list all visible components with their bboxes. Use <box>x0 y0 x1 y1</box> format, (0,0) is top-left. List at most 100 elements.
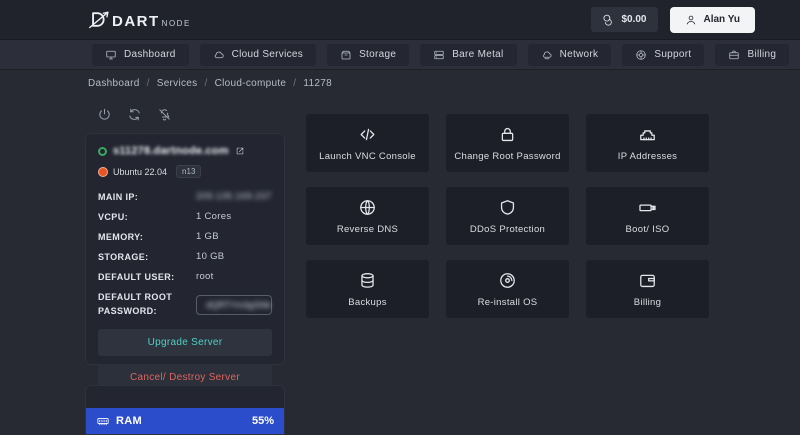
ram-label-group: RAM <box>96 415 142 428</box>
storage-value: 10 GB <box>196 251 225 262</box>
reinstall-os-card[interactable]: Re-install OS <box>445 259 570 319</box>
backups-card[interactable]: Backups <box>305 259 430 319</box>
spec-label: MAIN IP: <box>98 191 139 202</box>
ram-label: RAM <box>116 415 142 427</box>
breadcrumb: Dashboard / Services / Cloud-compute / 1… <box>88 78 332 89</box>
spec-label: DEFAULT USER: <box>98 271 175 282</box>
cloud-icon <box>214 51 224 58</box>
node-badge: n13 <box>176 165 202 178</box>
disc-icon <box>500 272 515 288</box>
header-actions: $0.00 Alan Yu <box>591 6 755 33</box>
bell-slash-icon <box>159 109 170 121</box>
nav-item-dashboard[interactable]: Dashboard <box>92 43 189 66</box>
external-link-icon <box>236 147 243 155</box>
logo[interactable]: DART NODE <box>88 10 191 29</box>
arrow-d-logo-icon <box>89 11 109 29</box>
change-root-password-card[interactable]: Change Root Password <box>445 113 570 173</box>
os-row: Ubuntu 22.04 n13 <box>98 165 272 178</box>
nav-item-storage[interactable]: Storage <box>327 43 410 66</box>
open-hostname-link[interactable] <box>235 146 245 156</box>
root-password-field[interactable]: dQRTYm3gSNb <box>196 294 272 315</box>
breadcrumb-separator: / <box>293 78 297 89</box>
breadcrumb-separator: / <box>146 78 150 89</box>
nav-item-cloud-services[interactable]: Cloud Services <box>199 43 317 66</box>
ubuntu-logo-icon <box>98 166 108 177</box>
ram-icon <box>97 417 109 425</box>
action-label: Launch VNC Console <box>319 150 416 162</box>
balance-button[interactable]: $0.00 <box>591 7 658 32</box>
wallet-icon <box>640 274 655 287</box>
os-name: Ubuntu 22.04 <box>113 166 168 177</box>
refresh-icon <box>129 108 140 121</box>
server-toolbar <box>97 107 172 122</box>
action-label: Boot/ ISO <box>625 223 670 235</box>
power-icon <box>99 108 110 120</box>
nav-item-support[interactable]: Support <box>622 43 705 66</box>
spec-label: VCPU: <box>98 211 129 222</box>
nav-label: Storage <box>359 49 397 60</box>
main-ip-value: 209.135.169.237 <box>196 191 272 202</box>
main-nav: Dashboard Cloud Services Storage Bare Me… <box>0 40 800 70</box>
ram-percent: 55% <box>251 415 274 427</box>
server-info-panel: s11278.dartnode.com Ubuntu 22.04 n13 MAI… <box>85 133 285 391</box>
ddos-protection-card[interactable]: DDoS Protection <box>445 186 570 246</box>
ethernet-port-icon <box>640 129 655 140</box>
spec-list: MAIN IP: 209.135.169.237 VCPU: 1 Cores M… <box>98 191 272 318</box>
power-button[interactable] <box>97 107 112 122</box>
action-label: Billing <box>633 296 662 308</box>
reverse-dns-card[interactable]: Reverse DNS <box>305 186 430 246</box>
nav-item-billing[interactable]: Billing <box>715 43 790 66</box>
nav-label: Billing <box>747 49 777 60</box>
usb-drive-icon <box>639 203 656 211</box>
user-button[interactable]: Alan Yu <box>669 6 755 33</box>
breadcrumb-dashboard[interactable]: Dashboard <box>88 78 140 89</box>
ip-addresses-card[interactable]: IP Addresses <box>585 113 710 173</box>
action-label: Re-install OS <box>477 296 538 308</box>
refresh-button[interactable] <box>127 107 142 122</box>
shield-icon <box>500 199 515 215</box>
database-icon <box>361 272 374 288</box>
server-hostname: s11278.dartnode.com <box>113 145 229 157</box>
breadcrumb-cloud-compute[interactable]: Cloud-compute <box>215 78 287 89</box>
top-header: DART NODE $0.00 Alan Yu <box>0 0 800 40</box>
nav-item-bare-metal[interactable]: Bare Metal <box>420 43 517 66</box>
hostname-row: s11278.dartnode.com <box>98 145 272 157</box>
briefcase-icon <box>729 50 740 59</box>
launch-vnc-console-card[interactable]: Launch VNC Console <box>305 113 430 173</box>
action-label: IP Addresses <box>617 150 678 162</box>
spec-row-default-user: DEFAULT USER: root <box>98 271 272 282</box>
billing-card[interactable]: Billing <box>585 259 710 319</box>
spec-row-root-password: DEFAULT ROOT PASSWORD: dQRTYm3gSNb <box>98 291 272 318</box>
nav-label: Support <box>654 49 692 60</box>
spec-row-vcpu: VCPU: 1 Cores <box>98 211 272 222</box>
archive-box-icon <box>341 50 351 59</box>
spec-label: MEMORY: <box>98 231 144 242</box>
action-label: Change Root Password <box>454 150 561 162</box>
logo-text-node: NODE <box>161 19 191 28</box>
usage-panel: RAM 55% <box>85 385 285 435</box>
ram-usage-bar[interactable]: RAM 55% <box>86 408 284 434</box>
globe-icon <box>360 199 375 215</box>
breadcrumb-separator: / <box>204 78 208 89</box>
spec-row-main-ip: MAIN IP: 209.135.169.237 <box>98 191 272 202</box>
action-grid: Launch VNC Console Change Root Password … <box>305 113 710 319</box>
lock-icon <box>501 127 514 141</box>
nav-label: Network <box>559 49 599 60</box>
boot-iso-card[interactable]: Boot/ ISO <box>585 186 710 246</box>
spec-label: STORAGE: <box>98 251 149 262</box>
breadcrumb-current: 11278 <box>303 78 332 89</box>
memory-value: 1 GB <box>196 231 219 242</box>
spec-row-storage: STORAGE: 10 GB <box>98 251 272 262</box>
server-status-indicator <box>98 146 107 156</box>
mute-notifications-button[interactable] <box>157 107 172 122</box>
user-icon <box>686 15 695 24</box>
upgrade-server-button[interactable]: Upgrade Server <box>98 329 272 356</box>
coins-icon <box>603 14 613 26</box>
breadcrumb-services[interactable]: Services <box>157 78 198 89</box>
nav-item-network[interactable]: Network <box>527 43 612 66</box>
spec-row-memory: MEMORY: 1 GB <box>98 231 272 242</box>
user-name: Alan Yu <box>703 14 741 25</box>
network-cloud-icon <box>542 50 552 59</box>
monitor-icon <box>106 50 116 59</box>
nav-label: Dashboard <box>124 49 176 60</box>
